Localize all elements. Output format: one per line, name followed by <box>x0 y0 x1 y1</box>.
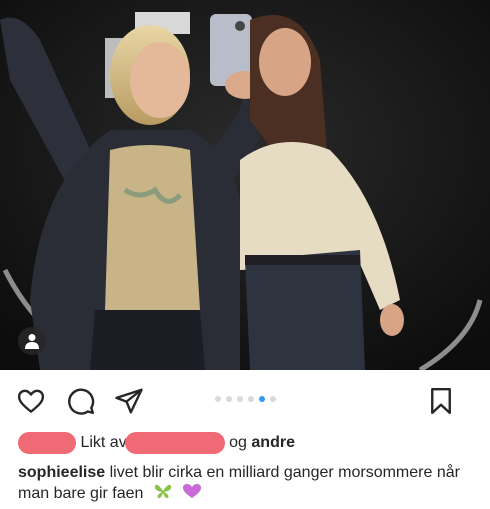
carousel-dot <box>269 396 276 402</box>
redacted-username <box>18 431 76 454</box>
likes-suffix: og <box>229 434 247 451</box>
mirror-selfie-image <box>0 0 490 370</box>
likes-line: Likt av og andre <box>18 430 478 456</box>
butterfly-icon <box>154 483 172 505</box>
save-button[interactable] <box>426 386 456 416</box>
bookmark-icon <box>431 387 451 415</box>
carousel-dot-active <box>258 396 265 402</box>
carousel-dot <box>236 396 243 402</box>
caption-username[interactable]: sophieelise <box>18 464 105 481</box>
post-action-bar <box>0 370 490 430</box>
heart-emoji-icon <box>182 483 202 505</box>
user-tag-button[interactable] <box>18 327 46 355</box>
carousel-dot <box>247 396 254 402</box>
redacted-username <box>124 431 225 454</box>
carousel-dot <box>225 396 232 402</box>
post-photo[interactable] <box>0 0 490 370</box>
user-tag-icon <box>25 334 39 349</box>
likes-others-link[interactable]: andre <box>251 434 295 451</box>
likes-prefix: Likt av <box>80 434 127 451</box>
carousel-dot <box>214 396 221 402</box>
post-caption: sophieelise livet blir cirka en milliard… <box>18 462 478 505</box>
carousel-indicator <box>0 396 490 404</box>
